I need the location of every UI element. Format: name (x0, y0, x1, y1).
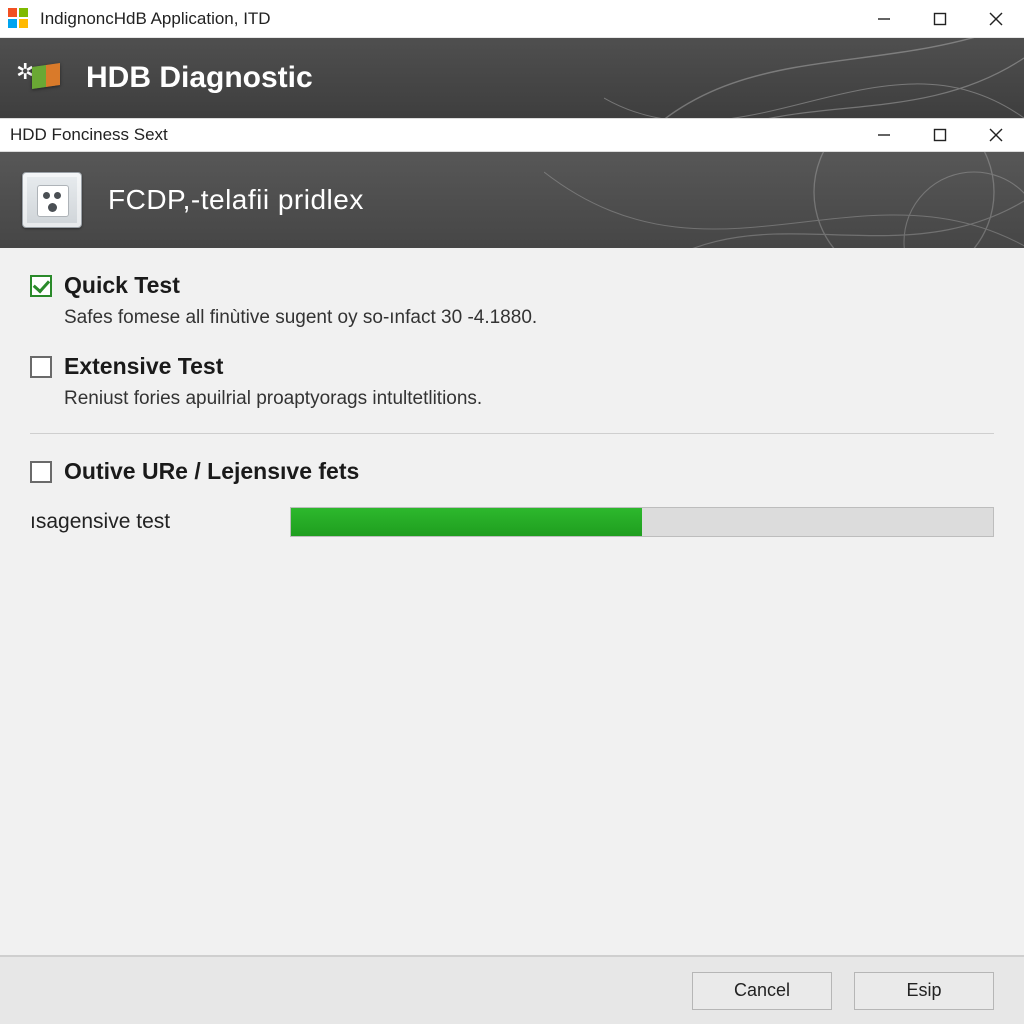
option-extensive-test[interactable]: Extensive Test (30, 353, 994, 380)
inner-window-title: HDD Fonciness Sext (10, 125, 856, 145)
skip-button[interactable]: Esip (854, 972, 994, 1010)
extra-option-checkbox[interactable] (30, 461, 52, 483)
dialog-header-icon (22, 172, 82, 228)
extensive-test-title: Extensive Test (64, 353, 223, 380)
dialog-header-decoration (544, 152, 1024, 248)
option-extra[interactable]: Outive URe / Lejensıve fets (30, 458, 994, 485)
outer-window-title: IndignoncHdB Application, ITD (40, 9, 856, 29)
minimize-button[interactable] (856, 0, 912, 37)
dialog-header-title: FCDP,-telafii pridlex (108, 184, 364, 216)
banner-title: HDB Diagnostic (86, 61, 313, 95)
progress-row: ısagensive test (30, 507, 994, 537)
progress-fill (291, 508, 642, 536)
outer-window-controls (856, 0, 1024, 37)
app-icon (8, 8, 30, 30)
extra-option-title: Outive URe / Lejensıve fets (64, 458, 359, 485)
banner-flag-icon: ✲ (18, 55, 64, 101)
inner-minimize-button[interactable] (856, 119, 912, 151)
quick-test-description: Safes fomese all finùtive sugent oy so-ı… (64, 305, 994, 331)
quick-test-title: Quick Test (64, 272, 180, 299)
maximize-button[interactable] (912, 0, 968, 37)
inner-window-controls (856, 119, 1024, 151)
dialog-footer: Cancel Esip (0, 956, 1024, 1024)
close-button[interactable] (968, 0, 1024, 37)
inner-close-button[interactable] (968, 119, 1024, 151)
inner-maximize-button[interactable] (912, 119, 968, 151)
progress-label: ısagensive test (30, 510, 290, 534)
option-quick-test[interactable]: Quick Test (30, 272, 994, 299)
inner-window-titlebar: HDD Fonciness Sext (0, 118, 1024, 152)
outer-window-titlebar: IndignoncHdB Application, ITD (0, 0, 1024, 38)
dialog-content: Quick Test Safes fomese all finùtive sug… (0, 248, 1024, 956)
app-banner: ✲ HDB Diagnostic (0, 38, 1024, 118)
progress-bar (290, 507, 994, 537)
divider (30, 433, 994, 434)
quick-test-checkbox[interactable] (30, 275, 52, 297)
extensive-test-checkbox[interactable] (30, 356, 52, 378)
extensive-test-description: Reniust fories apuilrial proaptyorags in… (64, 386, 994, 412)
cancel-button[interactable]: Cancel (692, 972, 832, 1010)
dialog-header: FCDP,-telafii pridlex (0, 152, 1024, 248)
banner-decoration (604, 38, 1024, 118)
